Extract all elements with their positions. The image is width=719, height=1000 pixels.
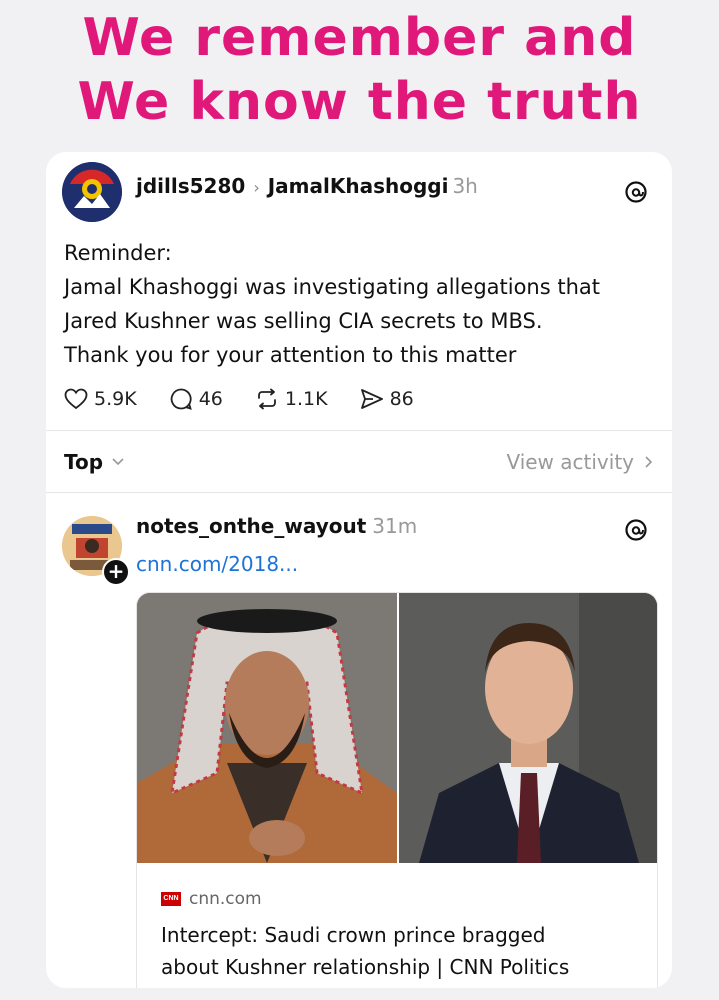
cnn-logo-icon: CNN — [161, 892, 181, 906]
post1-text-line: Jared Kushner was selling CIA secrets to… — [64, 309, 543, 333]
preview-image-left — [137, 593, 397, 863]
reply-button[interactable]: 46 — [169, 387, 223, 411]
sort-label: Top — [64, 450, 104, 474]
post2-header: notes_onthe_wayout 31m — [136, 514, 417, 538]
repost-button[interactable]: 1.1K — [255, 388, 328, 410]
post2-link[interactable]: cnn.com/2018... — [136, 552, 298, 576]
headline: We remember and We know the truth — [0, 6, 719, 134]
share-button[interactable]: 86 — [360, 388, 414, 410]
post1-actions: 5.9K 46 1.1K 86 — [64, 384, 446, 414]
repost-count: 1.1K — [284, 388, 328, 410]
comment-icon — [170, 388, 192, 410]
divider — [46, 430, 672, 431]
follow-plus-icon[interactable]: + — [102, 558, 130, 586]
chevron-down-icon — [112, 458, 124, 466]
threads-icon[interactable] — [624, 518, 648, 542]
reply-count: 46 — [198, 388, 223, 410]
headline-line-1: We remember and — [82, 8, 637, 68]
repost-icon — [257, 388, 276, 410]
post1-header: jdills5280 › JamalKhashoggi 3h — [136, 174, 478, 198]
sort-dropdown[interactable]: Top — [64, 450, 125, 474]
link-preview-card[interactable]: CNN cnn.com Intercept: Saudi crown princ… — [136, 592, 658, 988]
like-count: 5.9K — [94, 388, 137, 410]
link-title-line: Intercept: Saudi crown prince bragged — [161, 923, 546, 947]
link-title-line: about Kushner relationship | CNN Politic… — [161, 955, 570, 979]
link-source: CNN cnn.com — [161, 889, 262, 909]
post1-text-line: Reminder: — [64, 241, 172, 265]
threads-icon[interactable] — [624, 180, 648, 204]
share-count: 86 — [389, 388, 414, 410]
post1-text-line: Jamal Khashoggi was investigating allega… — [64, 275, 601, 299]
chevron-right-icon — [645, 456, 653, 468]
post2-username[interactable]: notes_onthe_wayout — [136, 514, 366, 538]
heart-icon — [64, 388, 88, 410]
share-icon — [360, 389, 383, 409]
post2-time: 31m — [372, 514, 418, 538]
post1-reply-to[interactable]: JamalKhashoggi — [268, 174, 449, 198]
post1-text-line: Thank you for your attention to this mat… — [64, 343, 517, 367]
post1-username[interactable]: jdills5280 — [136, 174, 245, 198]
link-title[interactable]: Intercept: Saudi crown prince bragged ab… — [161, 919, 641, 983]
divider — [46, 492, 672, 493]
headline-line-2: We know the truth — [77, 72, 642, 132]
like-button[interactable]: 5.9K — [64, 388, 137, 410]
post1-time: 3h — [452, 174, 478, 198]
sort-bar: Top View activity — [64, 448, 654, 478]
link-source-domain: cnn.com — [189, 889, 262, 909]
post1-text: Reminder: Jamal Khashoggi was investigat… — [64, 236, 654, 372]
avatar[interactable] — [62, 162, 122, 222]
preview-image-right — [399, 593, 657, 863]
view-activity-label: View activity — [506, 450, 634, 474]
threads-card: jdills5280 › JamalKhashoggi 3h Reminder: Ja… — [46, 152, 672, 988]
chevron-right-icon: › — [253, 178, 260, 197]
view-activity-link[interactable]: View activity — [506, 450, 654, 474]
